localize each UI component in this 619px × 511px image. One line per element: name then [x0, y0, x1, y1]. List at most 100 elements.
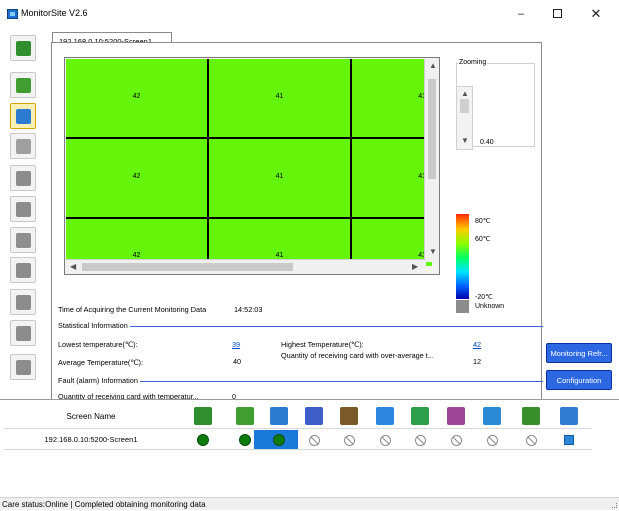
monitoring-refresh-button[interactable]: Monitoring Refr...	[546, 343, 612, 363]
cabinet-temperature: 42	[132, 252, 141, 259]
globe-icon[interactable]	[560, 407, 578, 425]
average-temperature-label: Average Temperature(℃):	[58, 358, 143, 367]
toolbar-temperature-button[interactable]	[10, 103, 36, 129]
legend-high-label: 80℃	[475, 218, 491, 225]
window-title: MonitorSite V2.6	[21, 8, 88, 18]
close-button[interactable]: ✕	[583, 4, 609, 24]
cabinet-cell[interactable]: 41	[352, 59, 432, 137]
acquire-time-value: 14:52:03	[234, 305, 263, 314]
magnet-icon[interactable]	[447, 407, 465, 425]
maximize-icon	[552, 8, 562, 18]
toolbar-module-grid-button[interactable]	[10, 354, 36, 380]
status-ok-icon[interactable]	[273, 434, 285, 446]
power-card-icon	[16, 78, 31, 93]
statistical-divider	[58, 326, 543, 327]
status-disabled-icon[interactable]	[451, 435, 462, 446]
scroll-left-icon[interactable]: ◀	[70, 262, 76, 271]
highest-temperature-label: Highest Temperature(℃):	[281, 340, 364, 349]
zoom-down-icon[interactable]: ▼	[461, 136, 469, 145]
door-icon	[16, 326, 31, 341]
zoom-up-icon[interactable]: ▲	[461, 89, 469, 98]
monitoring-panel: 192.168.0.10:5200-Screen1 42414142414142…	[0, 27, 619, 416]
module-grid-icon[interactable]	[522, 407, 540, 425]
left-toolbar	[6, 35, 40, 405]
cabinet-cell[interactable]: 41	[209, 59, 350, 137]
monitorsite-window: MonitorSite V2.6 – ✕ 192.168.0.10:5200-S…	[0, 0, 619, 510]
fire-icon[interactable]	[340, 407, 358, 425]
scroll-up-icon[interactable]: ▲	[429, 61, 437, 70]
table-header: Screen Name	[4, 404, 592, 429]
resize-grip[interactable]	[612, 503, 617, 508]
monitor-card-icon[interactable]	[305, 407, 323, 425]
minimize-button[interactable]: –	[508, 4, 534, 24]
highest-temperature-link[interactable]: 42	[473, 340, 481, 349]
cabinet-temperature: 41	[275, 93, 284, 100]
receiving-card-icon[interactable]	[194, 407, 212, 425]
status-disabled-icon[interactable]	[344, 435, 355, 446]
legend-mid-label: 60℃	[475, 236, 491, 243]
scroll-right-icon[interactable]: ▶	[412, 262, 418, 271]
fan-icon[interactable]	[376, 407, 394, 425]
toolbar-receiving-card-button[interactable]	[10, 35, 36, 61]
app-icon	[7, 9, 18, 19]
cabinet-grid-view[interactable]: 42 41 41 42 41 41 42 41 41 ▲ ▼ ◀ ▶	[64, 57, 440, 275]
scroll-down-icon[interactable]: ▼	[429, 247, 437, 256]
status-ok-icon[interactable]	[239, 434, 251, 446]
cell-grid: 42 41 41 42 41 41 42 41 41	[66, 59, 432, 266]
module-grid-icon	[16, 360, 31, 375]
power-card-icon[interactable]	[236, 407, 254, 425]
cabinet-cell[interactable]: 41	[209, 139, 350, 217]
door-icon[interactable]	[483, 407, 501, 425]
status-bar: Care status:Online | Completed obtaining…	[0, 497, 619, 510]
over-average-label: Quantity of receiving card with over-ave…	[281, 351, 434, 360]
monitor-card-icon	[16, 139, 31, 154]
smoke-icon	[16, 171, 31, 186]
legend-unknown-label: Unknown	[475, 303, 505, 310]
horizontal-scroll-thumb[interactable]	[82, 263, 293, 271]
temperature-legend-bar	[456, 214, 469, 299]
zoom-title: Zooming	[458, 59, 488, 66]
fire-icon	[16, 202, 31, 217]
horizontal-scrollbar[interactable]: ◀ ▶	[66, 259, 426, 273]
toolbar-monitor-card-button[interactable]	[10, 133, 36, 159]
toolbar-door-button[interactable]	[10, 320, 36, 346]
statistical-info-title: Statistical Information	[58, 321, 130, 330]
toolbar-magnet-button[interactable]	[10, 289, 36, 315]
cabinet-cell[interactable]: 42	[66, 59, 207, 137]
status-ok-icon[interactable]	[197, 434, 209, 446]
configuration-button[interactable]: Configuration	[546, 370, 612, 390]
zoom-slider[interactable]: ▲ ▼	[456, 86, 473, 150]
cabinet-cell[interactable]: 42	[66, 139, 207, 217]
status-disabled-icon[interactable]	[309, 435, 320, 446]
zoom-value: 0.40	[480, 139, 494, 146]
lowest-temperature-link[interactable]: 39	[232, 340, 240, 349]
status-disabled-icon[interactable]	[526, 435, 537, 446]
cabinet-cell[interactable]: 41	[352, 139, 432, 217]
zoom-slider-thumb[interactable]	[460, 99, 469, 113]
toolbar-voltage-button[interactable]	[10, 257, 36, 283]
lowest-temperature-label: Lowest temperature(℃):	[58, 340, 138, 349]
screen-status-table: Screen Name 192.168.0.10:5200-Screen1	[0, 399, 619, 497]
status-info-icon[interactable]	[564, 435, 574, 445]
status-disabled-icon[interactable]	[487, 435, 498, 446]
toolbar-fan-button[interactable]	[10, 227, 36, 253]
toolbar-fire-button[interactable]	[10, 196, 36, 222]
screen-name-cell[interactable]: 192.168.0.10:5200-Screen1	[8, 430, 174, 450]
table-row[interactable]: 192.168.0.10:5200-Screen1	[4, 430, 592, 450]
fault-info-title: Fault (alarm) Information	[58, 376, 140, 385]
average-temperature-value: 40	[233, 357, 242, 366]
temperature-icon[interactable]	[270, 407, 288, 425]
status-disabled-icon[interactable]	[380, 435, 391, 446]
acquire-time-label: Time of Acquiring the Current Monitoring…	[58, 305, 207, 314]
voltage-icon[interactable]	[411, 407, 429, 425]
vertical-scrollbar[interactable]: ▲ ▼	[424, 59, 438, 262]
magnet-icon	[16, 295, 31, 310]
status-disabled-icon[interactable]	[415, 435, 426, 446]
maximize-button[interactable]	[544, 4, 570, 24]
status-text: Care status:Online | Completed obtaining…	[2, 500, 206, 509]
over-average-value: 12	[473, 357, 482, 366]
vertical-scroll-thumb[interactable]	[428, 79, 436, 179]
toolbar-smoke-button[interactable]	[10, 165, 36, 191]
toolbar-power-card-button[interactable]	[10, 72, 36, 98]
temperature-icon	[16, 109, 31, 124]
